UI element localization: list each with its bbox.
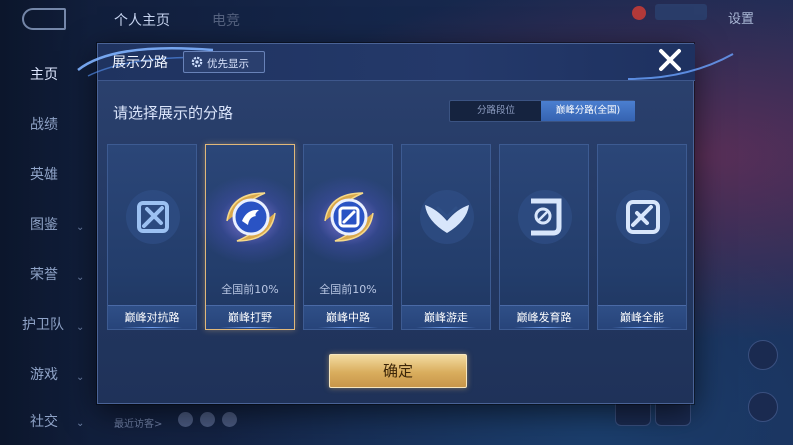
sidebar-item-guard[interactable]: 护卫队 bbox=[0, 305, 88, 345]
sidebar-item-honor[interactable]: 荣誉 bbox=[0, 255, 88, 295]
hero-switch-icon[interactable] bbox=[748, 392, 778, 422]
jungle-dragon-icon bbox=[226, 192, 276, 242]
sidebar-item-gallery[interactable]: 图鉴 bbox=[0, 205, 88, 245]
avatar[interactable] bbox=[200, 412, 215, 427]
lane-card-all-round[interactable]: 巅峰全能 bbox=[597, 144, 687, 330]
lane-card-jungle[interactable]: 全国前10% 巅峰打野 bbox=[196, 144, 306, 330]
confirm-button[interactable]: 确定 bbox=[329, 354, 467, 388]
chevron-down-icon: ⌄ bbox=[76, 322, 85, 333]
chevron-down-icon: ⌄ bbox=[76, 418, 85, 429]
chevron-down-icon: ⌄ bbox=[76, 272, 85, 283]
lane-card-clash[interactable]: 巅峰对抗路 bbox=[107, 144, 197, 330]
card-label: 巅峰游走 bbox=[402, 305, 490, 329]
avatar[interactable] bbox=[222, 412, 237, 427]
priority-display-label: 优先显示 bbox=[207, 58, 249, 70]
lane-card-roam[interactable]: 巅峰游走 bbox=[401, 144, 491, 330]
tab-profile[interactable]: 个人主页 bbox=[114, 10, 170, 30]
tab-esports[interactable]: 电竞 bbox=[212, 10, 240, 30]
dialog-title: 展示分路 bbox=[112, 55, 168, 71]
toggle-peak-lane-national[interactable]: 巅峰分路(全国) bbox=[541, 101, 635, 121]
lane-display-dialog: 展示分路 优先显示 请选择展示的分路 分路段位 巅峰分路(全国) 巅峰对抗路 全… bbox=[77, 43, 734, 404]
card-label: 巅峰全能 bbox=[598, 305, 686, 329]
sidebar-item-record[interactable]: 战绩 bbox=[0, 105, 88, 145]
mid-lane-icon bbox=[324, 192, 374, 242]
roam-wings-icon bbox=[420, 190, 474, 244]
sidebar-item-heroes[interactable]: 英雄 bbox=[0, 155, 88, 195]
farm-lane-icon bbox=[518, 190, 572, 244]
card-label: 巅峰打野 bbox=[206, 305, 294, 329]
sidebar-item-social[interactable]: 社交 bbox=[0, 402, 88, 442]
gear-icon bbox=[191, 56, 203, 68]
lane-card-mid[interactable]: 全国前10% 巅峰中路 bbox=[294, 144, 404, 330]
back-icon[interactable] bbox=[22, 8, 66, 30]
status-pill bbox=[655, 4, 707, 20]
sidebar-item-games[interactable]: 游戏 bbox=[0, 355, 88, 395]
chevron-down-icon: ⌄ bbox=[76, 222, 85, 233]
lane-clash-icon bbox=[126, 190, 180, 244]
close-icon[interactable] bbox=[655, 45, 685, 75]
settings-link[interactable]: 设置 bbox=[728, 8, 754, 27]
card-rank: 全国前10% bbox=[221, 283, 279, 296]
lane-mode-toggle: 分路段位 巅峰分路(全国) bbox=[449, 100, 635, 122]
avatar[interactable] bbox=[178, 412, 193, 427]
all-round-icon bbox=[616, 190, 670, 244]
priority-display-button[interactable]: 优先显示 bbox=[183, 51, 265, 73]
share-icon[interactable] bbox=[748, 340, 778, 370]
notification-dot bbox=[632, 6, 646, 20]
lane-card-farm[interactable]: 巅峰发育路 bbox=[499, 144, 589, 330]
recent-visitors-label[interactable]: 最近访客> bbox=[114, 415, 162, 430]
card-rank: 全国前10% bbox=[319, 283, 377, 296]
card-label: 巅峰发育路 bbox=[500, 305, 588, 329]
card-label: 巅峰对抗路 bbox=[108, 305, 196, 329]
dialog-subtitle: 请选择展示的分路 bbox=[113, 104, 234, 122]
card-label: 巅峰中路 bbox=[304, 305, 392, 329]
dialog-header: 展示分路 优先显示 bbox=[77, 44, 734, 81]
toggle-lane-rank[interactable]: 分路段位 bbox=[450, 101, 542, 121]
chevron-down-icon: ⌄ bbox=[76, 372, 85, 383]
